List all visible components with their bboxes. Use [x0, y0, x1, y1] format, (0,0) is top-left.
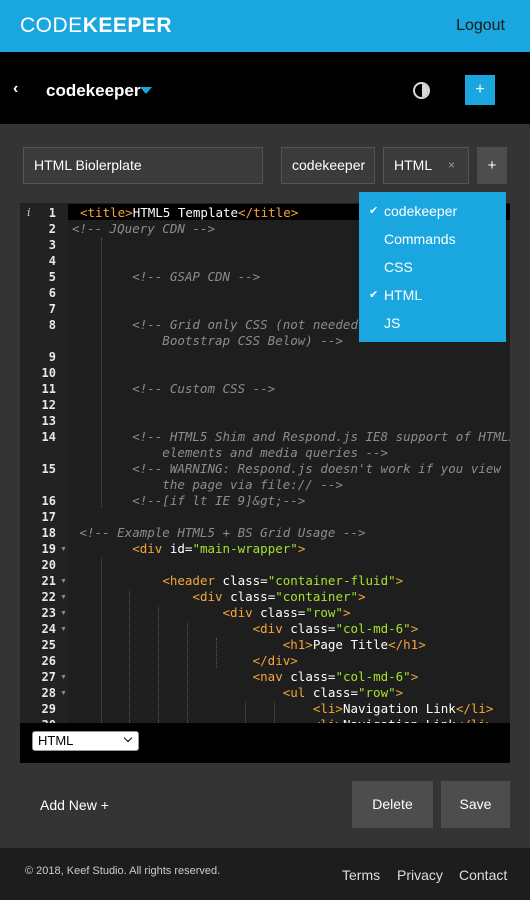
fold-arrow-icon[interactable]: ▼ [60, 674, 67, 681]
library-selector[interactable]: codekeeper [46, 81, 141, 101]
tag-option-codekeeper[interactable]: ✔ codekeeper [359, 198, 506, 226]
code-line: <!-- WARNING: Respond.js doesn't work if… [72, 461, 501, 476]
logout-link[interactable]: Logout [456, 17, 505, 35]
fold-arrow-icon[interactable]: ▼ [60, 594, 67, 601]
line-number: 2 [48, 222, 56, 236]
check-icon: ✔ [369, 205, 379, 217]
line-number: 27 [41, 670, 56, 684]
code-line: <div class="container"> [192, 589, 366, 604]
tag-option-html[interactable]: ✔ HTML [359, 282, 506, 310]
code-line: <!-- HTML5 Shim and Respond.js IE8 suppo… [72, 429, 510, 444]
code-line: <li>Navigation Link</li> [312, 701, 494, 716]
line-number: 12 [41, 398, 56, 412]
code-line: <nav class="col-md-6"> [252, 669, 419, 684]
brand-logo[interactable]: CODEKEEPER [20, 14, 172, 38]
code-line: the page via file:// --> [72, 477, 343, 492]
code-line: <!-- GSAP CDN --> [72, 269, 261, 284]
footer-link-privacy[interactable]: Privacy [397, 867, 443, 883]
code-line: <header class="container-fluid"> [162, 573, 404, 588]
delete-button[interactable]: Delete [352, 781, 433, 828]
tag-option-commands[interactable]: Commands [359, 226, 506, 254]
tag-chip[interactable]: HTML [383, 147, 469, 184]
line-number: 17 [41, 510, 56, 524]
footer-link-contact[interactable]: Contact [459, 867, 507, 883]
tag-dropdown-menu: ✔ codekeeper Commands CSS ✔ HTML JS [359, 192, 506, 342]
copyright-text: © 2018, Keef Studio. All rights reserved… [25, 865, 221, 877]
code-line: <!-- JQuery CDN --> [72, 221, 215, 236]
line-number: 20 [41, 558, 56, 572]
line-number: 6 [48, 286, 56, 300]
line-number: 15 [41, 462, 56, 476]
contrast-toggle-icon[interactable] [413, 82, 430, 99]
editor-footer: HTML [20, 723, 510, 763]
fold-arrow-icon[interactable]: ▼ [60, 610, 67, 617]
line-number: 26 [41, 654, 56, 668]
back-icon[interactable]: ‹ [13, 80, 18, 98]
line-number: 7 [48, 302, 56, 316]
code-line: <!-- Example HTML5 + BS Grid Usage --> [72, 525, 366, 540]
fold-arrow-icon[interactable]: ▼ [60, 578, 67, 585]
tag-option-label: codekeeper [384, 203, 458, 219]
remove-tag-icon[interactable]: × [448, 147, 455, 184]
snippet-title-input[interactable]: HTML Biolerplate [23, 147, 263, 184]
line-number: 5 [48, 270, 56, 284]
tag-option-js[interactable]: JS [359, 310, 506, 338]
line-number: 3 [48, 238, 56, 252]
line-number: 18 [41, 526, 56, 540]
code-line: <ul class="row"> [282, 685, 404, 700]
save-button[interactable]: Save [441, 781, 510, 828]
fold-arrow-icon[interactable]: ▼ [60, 626, 67, 633]
footer-link-terms[interactable]: Terms [342, 867, 380, 883]
line-number: 19 [41, 542, 56, 556]
code-line: Bootstrap CSS Below) --> [72, 333, 343, 348]
code-line: </div> [252, 653, 298, 668]
code-line: <div id="main-wrapper"> [132, 541, 306, 556]
tag-chip[interactable]: codekeeper [281, 147, 375, 184]
add-snippet-button[interactable]: + [465, 75, 495, 105]
line-number: 1 [48, 206, 56, 220]
top-bar: CODEKEEPER Logout [0, 0, 530, 52]
line-number: 25 [41, 638, 56, 652]
line-number: 8 [48, 318, 56, 332]
fold-arrow-icon[interactable]: ▼ [60, 546, 67, 553]
line-number: 11 [41, 382, 56, 396]
tag-option-css[interactable]: CSS [359, 254, 506, 282]
code-line: <div class="row"> [222, 605, 351, 620]
add-tag-button[interactable]: + [477, 147, 507, 184]
brand-bold-text: KEEPER [82, 14, 173, 37]
line-number: 28 [41, 686, 56, 700]
line-number: 16 [41, 494, 56, 508]
add-new-link[interactable]: Add New + [40, 797, 109, 813]
tag-option-label: JS [384, 315, 401, 331]
code-line: elements and media queries --> [72, 445, 389, 460]
chevron-down-icon[interactable] [140, 87, 152, 94]
tag-option-label: Commands [384, 231, 456, 247]
line-number: 10 [41, 366, 56, 380]
line-number: 4 [48, 254, 56, 268]
line-number: 21 [41, 574, 56, 588]
tag-option-label: CSS [384, 259, 413, 275]
fold-arrow-icon[interactable]: ▼ [60, 690, 67, 697]
language-select[interactable]: HTML [32, 731, 139, 751]
line-number: 13 [41, 414, 56, 428]
code-line: <!-- Custom CSS --> [72, 381, 276, 396]
tag-option-label: HTML [384, 287, 423, 303]
library-nav: ‹ codekeeper + [0, 52, 530, 124]
line-number: 14 [41, 430, 56, 444]
check-icon: ✔ [369, 289, 379, 301]
code-line: <title>HTML5 Template</title> [80, 205, 299, 220]
line-number: 29 [41, 702, 56, 716]
language-select-value: HTML [38, 733, 74, 748]
chevron-down-icon [123, 733, 133, 743]
brand-light-text: CODE [20, 14, 83, 37]
code-line: <h1>Page Title</h1> [282, 637, 426, 652]
code-line: <div class="col-md-6"> [252, 621, 419, 636]
line-number: 22 [41, 590, 56, 604]
line-number: 23 [41, 606, 56, 620]
line-number: 9 [48, 350, 56, 364]
code-line: <!--[if lt IE 9]&gt;--> [72, 493, 306, 508]
page-footer: © 2018, Keef Studio. All rights reserved… [0, 848, 530, 900]
line-number: 24 [41, 622, 56, 636]
